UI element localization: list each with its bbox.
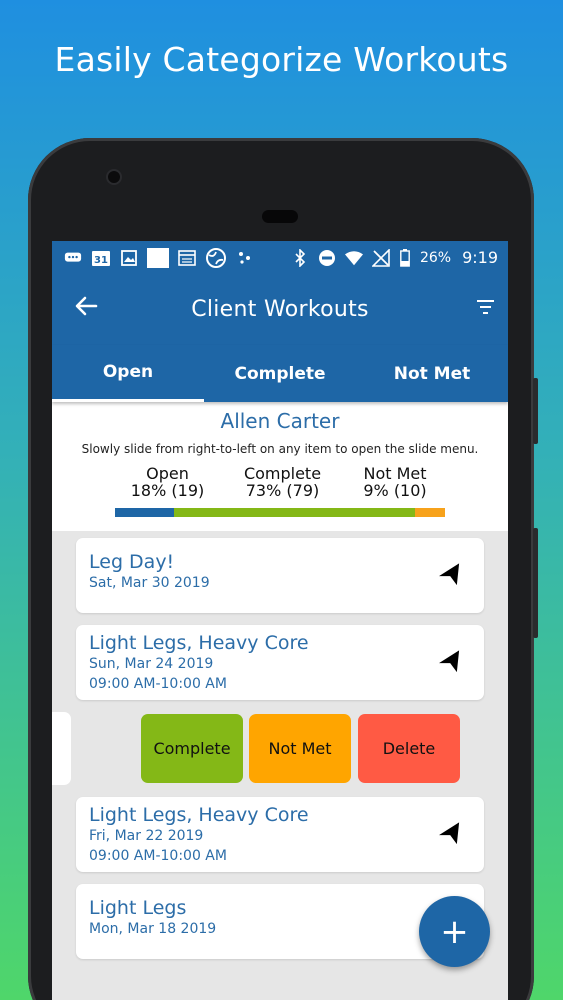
stat-label: Complete (243, 464, 322, 483)
workout-card[interactable]: Light Legs, Heavy Core Fri, Mar 22 2019 … (76, 797, 484, 872)
calendar-day-label: 31 (94, 255, 108, 266)
status-bar: 31 26% 9:19 (52, 241, 508, 274)
image-icon (120, 249, 138, 266)
wifi-icon (344, 250, 363, 266)
phone-volume-button (533, 378, 538, 444)
complete-action-label: Complete (153, 739, 231, 758)
add-workout-button[interactable]: + (419, 896, 490, 967)
front-camera (108, 171, 120, 183)
bluetooth-icon (291, 248, 309, 267)
clock-time: 9:19 (462, 248, 498, 267)
tab-not-met[interactable]: Not Met (356, 345, 508, 402)
phone-power-button (533, 528, 538, 638)
dots-icon (236, 250, 254, 266)
square-icon (147, 247, 169, 268)
workout-title: Light Legs, Heavy Core (89, 804, 309, 826)
workout-time: 09:00 AM-10:00 AM (89, 848, 227, 864)
workout-card[interactable]: Light Legs, Heavy Core Sun, Mar 24 2019 … (76, 625, 484, 700)
stat-open: Open 18% (19) (113, 465, 223, 499)
complete-action-button[interactable]: Complete (141, 714, 243, 783)
workout-list: Leg Day! Sat, Mar 30 2019 Light Legs, He… (52, 531, 508, 959)
battery-percentage: 26% (419, 249, 452, 266)
tab-open[interactable]: Open (52, 345, 204, 402)
stat-not-met: Not Met 9% (10) (343, 465, 448, 499)
swiped-card-edge[interactable] (52, 712, 71, 785)
client-summary: Allen Carter Slowly slide from right-to-… (52, 402, 508, 531)
workout-time: 09:00 AM-10:00 AM (89, 676, 227, 692)
navigate-arrow-icon[interactable] (438, 821, 464, 847)
progress-segment-complete (174, 508, 416, 517)
stat-value: 18% (19) (130, 481, 205, 500)
filter-icon[interactable] (476, 300, 494, 316)
navigate-arrow-icon[interactable] (438, 649, 464, 675)
globe-icon (205, 247, 227, 268)
slide-hint: Slowly slide from right-to-left on any i… (81, 442, 479, 456)
status-progress-bar (115, 508, 445, 517)
not-met-action-label: Not Met (268, 739, 332, 758)
workout-title: Light Legs, Heavy Core (89, 632, 309, 654)
delete-action-label: Delete (382, 739, 436, 758)
workout-date: Mon, Mar 18 2019 (89, 921, 217, 937)
promo-headline: Easily Categorize Workouts (54, 40, 509, 79)
progress-segment-open (115, 508, 175, 517)
tab-complete[interactable]: Complete (204, 345, 356, 402)
app-screen: 31 26% 9:19 Client Workouts Open Complet… (52, 241, 508, 1000)
client-name: Allen Carter (220, 409, 340, 433)
message-icon (64, 250, 82, 266)
page-title: Client Workouts (191, 297, 369, 322)
back-arrow-icon[interactable] (74, 294, 104, 324)
stats-row: Open 18% (19) Complete 73% (79) Not Met … (52, 465, 508, 499)
stat-value: 9% (10) (363, 481, 427, 500)
workout-card[interactable]: Leg Day! Sat, Mar 30 2019 (76, 538, 484, 613)
calendar-grid-icon (178, 249, 196, 266)
stat-label: Not Met (363, 464, 427, 483)
workout-date: Sun, Mar 24 2019 (89, 656, 214, 672)
workout-title: Light Legs (89, 897, 187, 919)
no-signal-icon (371, 248, 390, 267)
stat-complete: Complete 73% (79) (223, 465, 343, 499)
calendar-icon: 31 (91, 250, 111, 266)
not-met-action-button[interactable]: Not Met (249, 714, 351, 783)
add-icon: + (440, 911, 469, 952)
stat-label: Open (146, 464, 189, 483)
do-not-disturb-icon (318, 249, 336, 266)
status-tabs: Open Complete Not Met (52, 345, 508, 402)
delete-action-button[interactable]: Delete (358, 714, 460, 783)
workout-date: Fri, Mar 22 2019 (89, 828, 204, 844)
stat-value: 73% (79) (245, 481, 320, 500)
workout-title: Leg Day! (89, 551, 175, 573)
progress-segment-not-met (415, 508, 445, 517)
earpiece-speaker (262, 210, 298, 223)
navigate-arrow-icon[interactable] (438, 562, 464, 588)
workout-date: Sat, Mar 30 2019 (89, 575, 210, 591)
slide-menu-row: Complete Not Met Delete (52, 712, 508, 785)
battery-icon (399, 248, 411, 267)
app-bar: Client Workouts (52, 274, 508, 345)
phone-frame: 31 26% 9:19 Client Workouts Open Complet… (28, 138, 538, 1000)
